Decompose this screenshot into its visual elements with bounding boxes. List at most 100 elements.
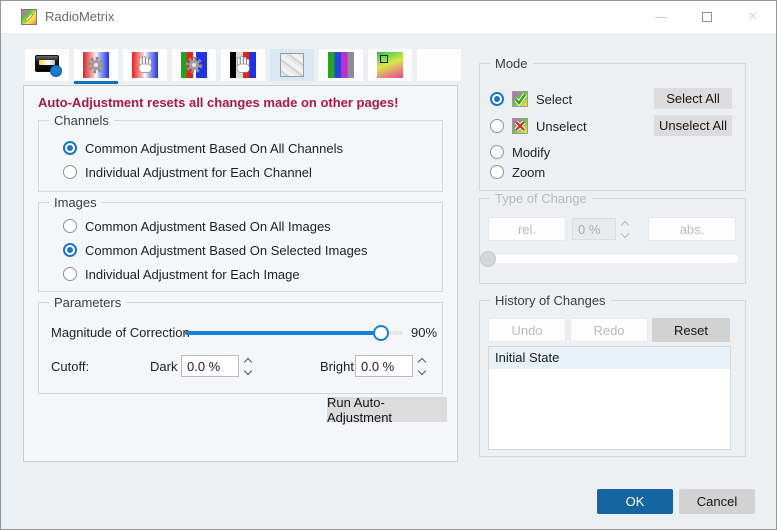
app-icon (21, 9, 37, 25)
history-legend: History of Changes (490, 293, 611, 308)
tab-color-curve[interactable] (417, 49, 461, 81)
parameters-legend: Parameters (49, 295, 126, 310)
minimize-button[interactable] (638, 1, 684, 33)
radio-common-selected-images[interactable]: Common Adjustment Based On Selected Imag… (63, 241, 368, 259)
history-list[interactable]: Initial State (488, 346, 731, 450)
redo-button: Redo (570, 318, 648, 342)
color-bars-icon (328, 52, 354, 78)
slider-thumb[interactable] (373, 325, 389, 341)
tab-film-view[interactable] (25, 49, 69, 81)
channels-group: Channels Common Adjustment Based On All … (38, 120, 443, 192)
gear-red-blue-icon (83, 52, 109, 78)
images-legend: Images (49, 195, 102, 210)
run-auto-adjustment-button[interactable]: Run Auto-Adjustment (327, 397, 447, 422)
dark-cutoff-input[interactable]: 0.0 % (181, 355, 239, 377)
cancel-button[interactable]: Cancel (679, 489, 755, 514)
radio-mode-zoom[interactable]: Zoom (490, 163, 545, 181)
gradient-field-icon (377, 52, 403, 78)
slider-thumb (480, 251, 496, 267)
tab-gradient-field[interactable] (368, 49, 412, 81)
radio-mode-select[interactable]: Select (490, 90, 572, 108)
select-all-button[interactable]: Select All (654, 88, 732, 109)
magnitude-value: 90% (411, 325, 437, 340)
slider-track (488, 255, 738, 263)
absolute-change-button: abs. (648, 217, 736, 241)
mode-legend: Mode (490, 56, 533, 71)
tab-color-bars[interactable] (319, 49, 363, 81)
bright-cutoff-arrows (413, 355, 431, 377)
radio-individual-image[interactable]: Individual Adjustment for Each Image (63, 265, 300, 283)
radio-label: Select (536, 92, 572, 107)
reset-button[interactable]: Reset (652, 318, 730, 342)
dark-cutoff-spinbox: 0.0 % (181, 355, 257, 377)
channels-legend: Channels (49, 113, 114, 128)
tab-manual-stripes[interactable] (221, 49, 265, 81)
radio-mode-modify[interactable]: Modify (490, 143, 550, 161)
type-of-change-group: Type of Change rel. 0 % abs. (479, 198, 746, 284)
change-value-input: 0 % (572, 218, 616, 240)
spinner-up-icon (621, 220, 629, 228)
select-check-icon (512, 91, 528, 107)
radio-mode-unselect[interactable]: Unselect (490, 117, 587, 135)
radio-common-all-channels[interactable]: Common Adjustment Based On All Channels (63, 139, 343, 157)
radio-label: Modify (512, 145, 550, 160)
unselect-all-button[interactable]: Unselect All (654, 115, 732, 136)
radio-individual-channel[interactable]: Individual Adjustment for Each Channel (63, 163, 312, 181)
ok-button[interactable]: OK (597, 489, 673, 514)
images-group: Images Common Adjustment Based On All Im… (38, 202, 443, 292)
spinner-down-icon[interactable] (418, 366, 426, 374)
dark-cutoff-arrows (239, 355, 257, 377)
film-view-icon (34, 52, 60, 78)
maximize-icon (702, 12, 712, 22)
magnitude-slider-fill (185, 331, 381, 335)
spinner-up-icon[interactable] (418, 357, 426, 365)
radio-indicator (63, 243, 77, 257)
change-value-arrows (616, 218, 634, 240)
relative-change-button: rel. (488, 217, 566, 241)
radio-common-all-images[interactable]: Common Adjustment Based On All Images (63, 217, 331, 235)
close-button[interactable]: × (730, 1, 776, 33)
magnitude-label: Magnitude of Correction (51, 325, 190, 340)
undo-button: Undo (488, 318, 566, 342)
history-list-item[interactable]: Initial State (489, 347, 730, 369)
tab-auto-adjustment[interactable] (74, 49, 118, 81)
radio-label: Individual Adjustment for Each Channel (85, 165, 312, 180)
radio-indicator (490, 119, 504, 133)
gear-color-stripes-icon (181, 52, 207, 78)
magnitude-slider[interactable] (185, 325, 403, 341)
radio-label: Individual Adjustment for Each Image (85, 267, 300, 282)
radio-label: Unselect (536, 119, 587, 134)
change-value-spinbox: 0 % (572, 218, 634, 240)
spinner-down-icon[interactable] (244, 366, 252, 374)
title-bar: RadioMetrix × (1, 1, 776, 33)
radio-indicator (490, 92, 504, 106)
unselect-x-icon (512, 118, 528, 134)
spinner-down-icon (621, 229, 629, 237)
tab-texture[interactable] (270, 49, 314, 81)
tab-auto-stripes[interactable] (172, 49, 216, 81)
hand-red-blue-icon (132, 52, 158, 78)
window-controls: × (638, 1, 776, 33)
maximize-button[interactable] (684, 1, 730, 33)
history-group: History of Changes Undo Redo Reset Initi… (479, 300, 746, 457)
radio-label: Common Adjustment Based On Selected Imag… (85, 243, 368, 258)
spinner-up-icon[interactable] (244, 357, 252, 365)
texture-image-icon (279, 52, 305, 78)
type-of-change-legend: Type of Change (490, 191, 592, 206)
radio-label: Common Adjustment Based On All Channels (85, 141, 343, 156)
radio-indicator (490, 165, 504, 179)
minimize-icon (655, 17, 667, 18)
tab-strip (25, 49, 461, 81)
bright-cutoff-input[interactable]: 0.0 % (355, 355, 413, 377)
change-slider (488, 251, 738, 267)
bright-cutoff-spinbox: 0.0 % (355, 355, 431, 377)
tab-manual-red-blue[interactable] (123, 49, 167, 81)
warning-text: Auto-Adjustment resets all changes made … (38, 95, 398, 110)
window-title: RadioMetrix (45, 1, 114, 33)
close-icon: × (748, 9, 757, 25)
radio-indicator (63, 267, 77, 281)
cutoff-label: Cutoff: (51, 359, 89, 374)
mode-group: Mode Select Unselect Modify (479, 63, 746, 191)
radiometrix-dialog: RadioMetrix × (0, 0, 777, 530)
dark-label: Dark (150, 359, 177, 374)
